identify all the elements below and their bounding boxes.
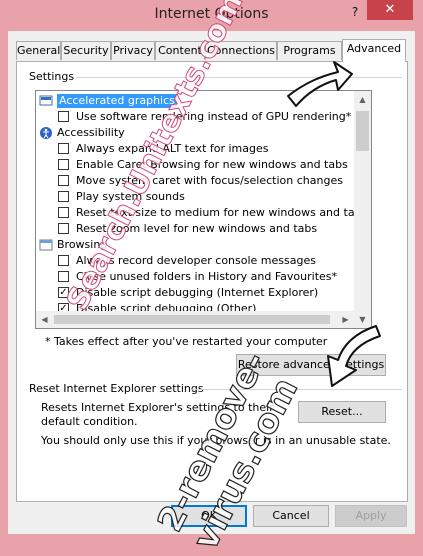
checkbox[interactable] [58, 223, 69, 234]
settings-option[interactable]: Enable Caret Browsing for new windows an… [36, 157, 354, 173]
ok-button[interactable]: OK [171, 505, 247, 527]
settings-option[interactable]: Always expand ALT text for images [36, 141, 354, 157]
checkbox[interactable] [58, 191, 69, 202]
close-button[interactable]: ✕ [367, 0, 413, 20]
scroll-left-icon[interactable]: ◀ [36, 311, 53, 328]
settings-option-label: Close unused folders in History and Favo… [76, 270, 338, 283]
settings-option[interactable]: Close unused folders in History and Favo… [36, 269, 354, 285]
settings-option-label: Always record developer console messages [76, 254, 316, 267]
cancel-button[interactable]: Cancel [253, 505, 329, 527]
checkbox[interactable] [58, 255, 69, 266]
settings-list[interactable]: Accelerated graphics Use software renderi… [35, 90, 372, 329]
tab-privacy[interactable]: Privacy [111, 41, 155, 60]
tab-programs[interactable]: Programs [277, 41, 342, 60]
dialog-client: General Security Privacy Content Connect… [8, 31, 415, 534]
help-button[interactable]: ? [344, 3, 366, 21]
settings-option[interactable]: ✓ Disable script debugging (Internet Expl… [36, 285, 354, 301]
settings-category-label: Browsing [57, 238, 108, 251]
accessibility-icon [40, 127, 52, 139]
apply-button[interactable]: Apply [335, 505, 407, 527]
vertical-scrollbar[interactable]: ▲ ▼ [354, 91, 371, 328]
settings-option[interactable]: Always record developer console messages [36, 253, 354, 269]
settings-category: Accessibility [36, 125, 354, 141]
checkbox[interactable] [58, 271, 69, 282]
tab-advanced[interactable]: Advanced [342, 39, 406, 62]
internet-options-window: Internet Options ? ✕ General Security Pr… [0, 0, 423, 556]
checkbox[interactable] [58, 143, 69, 154]
tab-strip: General Security Privacy Content Connect… [16, 39, 411, 62]
settings-option[interactable]: Use software rendering instead of GPU re… [36, 109, 354, 125]
settings-option-label: Always expand ALT text for images [76, 142, 269, 155]
settings-category: Accelerated graphics [36, 93, 354, 109]
checkbox[interactable] [58, 159, 69, 170]
settings-option[interactable]: Reset text size to medium for new window… [36, 205, 367, 221]
tab-general[interactable]: General [16, 41, 61, 60]
restore-advanced-settings-button[interactable]: Restore advanced settings [236, 354, 386, 376]
scroll-down-icon[interactable]: ▼ [354, 311, 371, 328]
settings-category-label: Accelerated graphics [57, 94, 177, 108]
settings-option-label: Reset text size to medium for new window… [76, 206, 368, 219]
settings-group-label: Settings [29, 70, 75, 83]
reset-button[interactable]: Reset... [298, 401, 386, 423]
restart-footnote: * Takes effect after you've restarted yo… [45, 335, 328, 348]
settings-option-label: Play system sounds [76, 190, 185, 203]
settings-option[interactable]: Play system sounds [36, 189, 354, 205]
horizontal-scrollbar[interactable]: ◀ ▶ [36, 311, 354, 328]
tab-security[interactable]: Security [61, 41, 111, 60]
scroll-right-icon[interactable]: ▶ [337, 311, 354, 328]
reset-description: Resets Internet Explorer's settings to t… [41, 401, 274, 428]
settings-option[interactable]: Move system caret with focus/selection c… [36, 173, 354, 189]
reset-warning: You should only use this if your browser… [41, 434, 391, 447]
checkbox[interactable] [58, 111, 69, 122]
scroll-thumb[interactable] [356, 111, 369, 151]
checkbox[interactable] [58, 175, 69, 186]
checkbox[interactable] [58, 207, 69, 218]
checkbox[interactable]: ✓ [58, 287, 69, 298]
settings-option[interactable]: Reset zoom level for new windows and tab… [36, 221, 354, 237]
reset-group-label: Reset Internet Explorer settings [29, 382, 204, 395]
settings-category-label: Accessibility [57, 126, 125, 139]
reset-separator [191, 389, 402, 390]
settings-option-label: Use software rendering instead of GPU re… [76, 110, 352, 123]
monitor-icon [39, 95, 53, 106]
settings-option-label: Move system caret with focus/selection c… [76, 174, 343, 187]
settings-option-label: Reset zoom level for new windows and tab… [76, 222, 318, 235]
settings-option-label: Disable script debugging (Internet Explo… [76, 286, 319, 299]
tab-connections[interactable]: Connections [205, 41, 277, 60]
settings-category: Browsing [36, 237, 354, 253]
title-bar: Internet Options ? ✕ [0, 0, 423, 30]
settings-option-label: Enable Caret Browsing for new windows an… [76, 158, 348, 171]
browsing-icon [39, 239, 53, 251]
horizontal-scroll-thumb[interactable] [54, 315, 330, 324]
tab-content[interactable]: Content [155, 41, 205, 60]
scroll-up-icon[interactable]: ▲ [354, 91, 371, 108]
settings-separator [76, 77, 402, 78]
